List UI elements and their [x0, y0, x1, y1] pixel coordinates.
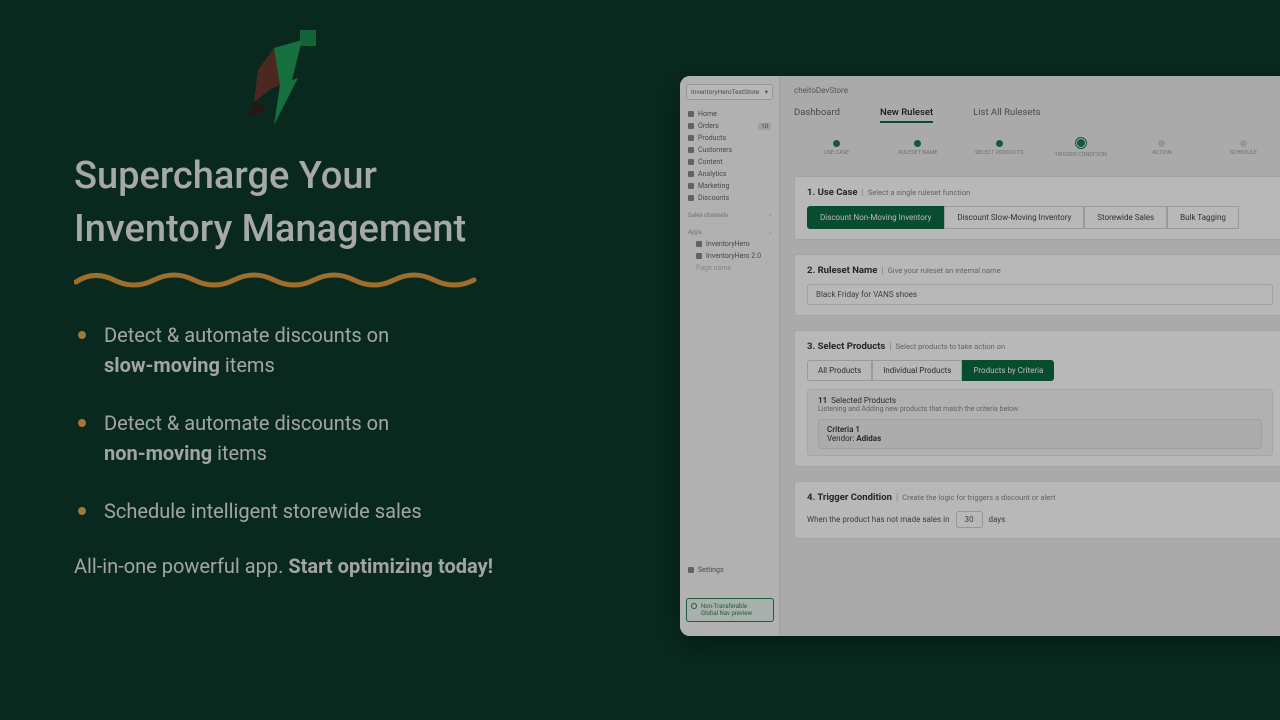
nav-settings[interactable]: Settings	[686, 564, 726, 576]
app-main: cheitoDevStore Dashboard New Ruleset Lis…	[780, 76, 1280, 636]
app-icon	[696, 253, 702, 259]
step-usecase: USE CASE	[796, 140, 877, 156]
preview-notice: Non-TransferableGlobal Nav preview	[686, 598, 774, 622]
home-icon	[688, 111, 694, 117]
prod-tab-criteria[interactable]: Products by Criteria	[962, 360, 1054, 381]
chevron-down-icon: ▾	[765, 88, 768, 96]
choice-non-moving[interactable]: Discount Non-Moving Inventory	[807, 206, 944, 229]
stepper: USE CASE RULESET NAME SELECT PRODUCTS TR…	[794, 137, 1280, 158]
content-icon	[688, 159, 694, 165]
discounts-icon	[688, 195, 694, 201]
nav-analytics[interactable]: Analytics	[686, 168, 773, 180]
nav-app-page[interactable]: Page name	[686, 262, 773, 274]
breadcrumb: cheitoDevStore	[794, 86, 1280, 95]
step-trigger: TRIGGER CONDITION	[1040, 137, 1121, 158]
step-products: SELECT PRODUCTS	[959, 140, 1040, 156]
app-screenshot: InventoryHeroTestStore▾ Home Orders10 Pr…	[680, 76, 1280, 636]
panel-select-products: 3. Select Products|Select products to ta…	[794, 330, 1280, 467]
tagline: All-in-one powerful app. Start optimizin…	[74, 554, 634, 578]
choice-storewide[interactable]: Storewide Sales	[1084, 206, 1167, 229]
main-tabs: Dashboard New Ruleset List All Rulesets	[794, 107, 1280, 123]
headline: Supercharge Your Inventory Management	[74, 150, 634, 256]
bullet-non-moving: Detect & automate discounts on non-movin…	[74, 408, 634, 468]
panel-usecase: 1. Use Case|Select a single ruleset func…	[794, 176, 1280, 240]
trigger-sentence-post: days	[989, 515, 1006, 524]
ruleset-name-input[interactable]: Black Friday for VANS shoes	[807, 284, 1273, 305]
prod-tab-all[interactable]: All Products	[807, 360, 872, 381]
underline-squiggle	[74, 266, 494, 292]
analytics-icon	[688, 171, 694, 177]
trigger-sentence-pre: When the product has not made sales in	[807, 515, 950, 524]
criteria-1: Criteria 1 Vendor: Adidas	[818, 419, 1262, 449]
step-action: ACTION	[1121, 140, 1202, 156]
nav-discounts[interactable]: Discounts	[686, 192, 773, 204]
chevron-right-icon: ›	[769, 212, 771, 219]
bullet-slow-moving: Detect & automate discounts on slow-movi…	[74, 320, 634, 380]
app-sidebar: InventoryHeroTestStore▾ Home Orders10 Pr…	[680, 76, 780, 636]
nav-products[interactable]: Products	[686, 132, 773, 144]
orders-badge: 10	[758, 123, 771, 130]
criteria-summary: 11 Selected Products Listening and Addin…	[807, 389, 1273, 456]
app-icon	[696, 241, 702, 247]
store-selector[interactable]: InventoryHeroTestStore▾	[686, 84, 773, 100]
nav-customers[interactable]: Customers	[686, 144, 773, 156]
nav-content[interactable]: Content	[686, 156, 773, 168]
marketing-icon	[688, 183, 694, 189]
feature-bullets: Detect & automate discounts on slow-movi…	[74, 320, 634, 526]
tab-list-rulesets[interactable]: List All Rulesets	[973, 107, 1040, 123]
choice-bulk-tagging[interactable]: Bulk Tagging	[1167, 206, 1239, 229]
nav-orders[interactable]: Orders10	[686, 120, 773, 132]
trigger-days-input[interactable]: 30	[956, 511, 983, 528]
nav-marketing[interactable]: Marketing	[686, 180, 773, 192]
choice-slow-moving[interactable]: Discount Slow-Moving Inventory	[944, 206, 1084, 229]
nav-app-inventoryhero[interactable]: InventoryHero	[686, 238, 773, 250]
panel-ruleset-name: 2. Ruleset Name|Give your ruleset an int…	[794, 254, 1280, 316]
products-icon	[688, 135, 694, 141]
marketing-column: Supercharge Your Inventory Management De…	[74, 30, 634, 578]
tab-dashboard[interactable]: Dashboard	[794, 107, 840, 123]
step-name: RULESET NAME	[877, 140, 958, 156]
nav-section-sales[interactable]: Sales channels›	[686, 210, 773, 221]
customers-icon	[688, 147, 694, 153]
bullet-storewide: Schedule intelligent storewide sales	[74, 496, 634, 526]
nav-app-inventoryhero2[interactable]: InventoryHero 2.0	[686, 250, 773, 262]
step-schedule: SCHEDULE	[1203, 140, 1280, 156]
panel-trigger: 4. Trigger Condition|Create the logic fo…	[794, 481, 1280, 539]
gear-icon	[688, 567, 694, 573]
info-icon	[691, 603, 697, 609]
prod-tab-individual[interactable]: Individual Products	[872, 360, 962, 381]
hero-logo	[244, 30, 324, 130]
tab-new-ruleset[interactable]: New Ruleset	[880, 107, 933, 123]
nav-section-apps[interactable]: Apps›	[686, 227, 773, 238]
nav-home[interactable]: Home	[686, 108, 773, 120]
chevron-right-icon: ›	[769, 229, 771, 236]
orders-icon	[688, 123, 694, 129]
